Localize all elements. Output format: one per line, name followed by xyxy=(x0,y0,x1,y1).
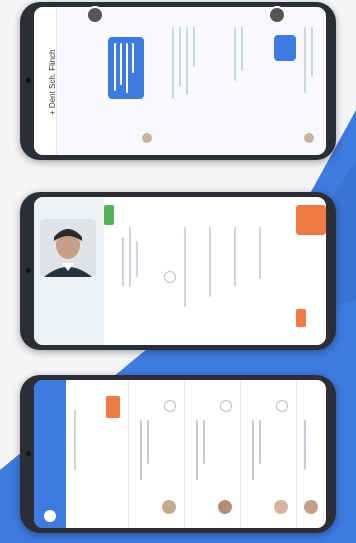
list-item-text xyxy=(304,420,306,470)
doctor-photo xyxy=(40,219,96,277)
status-badge xyxy=(104,205,114,225)
phone-doctor-profile xyxy=(20,192,336,350)
doctor-info-text xyxy=(136,241,138,277)
list-item-text xyxy=(140,420,142,480)
message-text xyxy=(186,27,188,95)
list-item-text xyxy=(196,420,198,480)
heart-icon[interactable] xyxy=(164,400,176,412)
avatar xyxy=(274,500,288,514)
profile-screen xyxy=(34,197,326,345)
avatar xyxy=(218,500,232,514)
message-bubble-sent xyxy=(274,35,296,61)
message-text xyxy=(179,27,181,87)
avatar xyxy=(162,500,176,514)
message-text xyxy=(241,27,243,71)
message-text xyxy=(132,43,134,73)
list-item-text xyxy=(74,410,76,470)
doctor-info-text xyxy=(129,227,131,287)
list-item[interactable] xyxy=(128,380,185,528)
message-text xyxy=(120,43,122,85)
list-item-text xyxy=(259,420,261,464)
detail-text xyxy=(209,227,211,297)
list-item[interactable] xyxy=(66,380,129,528)
chat-header-title: + Dent Sch. Flinch xyxy=(48,49,57,115)
doctor-name-text xyxy=(122,237,124,287)
chat-header: + Dent Sch. Flinch xyxy=(34,7,57,155)
avatar xyxy=(304,500,318,514)
profile-header xyxy=(34,197,104,345)
list-item-text xyxy=(203,420,205,464)
message-text xyxy=(114,43,116,91)
action-chip[interactable] xyxy=(106,396,120,418)
call-button[interactable] xyxy=(296,205,326,235)
message-text xyxy=(234,27,236,81)
phone-camera xyxy=(26,451,31,456)
message-text xyxy=(172,27,174,99)
phone-camera xyxy=(26,268,31,273)
phone-camera xyxy=(26,78,31,83)
list-item[interactable] xyxy=(184,380,241,528)
phone-chat: + Dent Sch. Flinch xyxy=(20,2,336,160)
list-item-text xyxy=(147,420,149,464)
list-item[interactable] xyxy=(240,380,297,528)
detail-text xyxy=(259,227,261,279)
message-text xyxy=(126,43,128,93)
heart-icon[interactable] xyxy=(220,400,232,412)
message-text xyxy=(193,27,195,67)
message-text xyxy=(304,27,306,93)
avatar-icon xyxy=(304,133,314,143)
phone-doctor-list xyxy=(20,375,336,533)
rating-badge xyxy=(296,309,306,327)
chat-screen: + Dent Sch. Flinch xyxy=(34,7,326,155)
list-header-icon xyxy=(44,510,56,522)
avatar-icon[interactable] xyxy=(86,6,104,24)
list-screen xyxy=(34,380,326,528)
list-item-text xyxy=(252,420,254,480)
detail-text xyxy=(184,227,186,307)
avatar-icon xyxy=(142,133,152,143)
list-header xyxy=(34,380,66,528)
heart-icon[interactable] xyxy=(276,400,288,412)
message-text xyxy=(311,27,313,77)
detail-text xyxy=(234,227,236,287)
avatar-icon[interactable] xyxy=(268,6,286,24)
location-icon xyxy=(164,271,176,283)
list-item[interactable] xyxy=(296,380,326,528)
